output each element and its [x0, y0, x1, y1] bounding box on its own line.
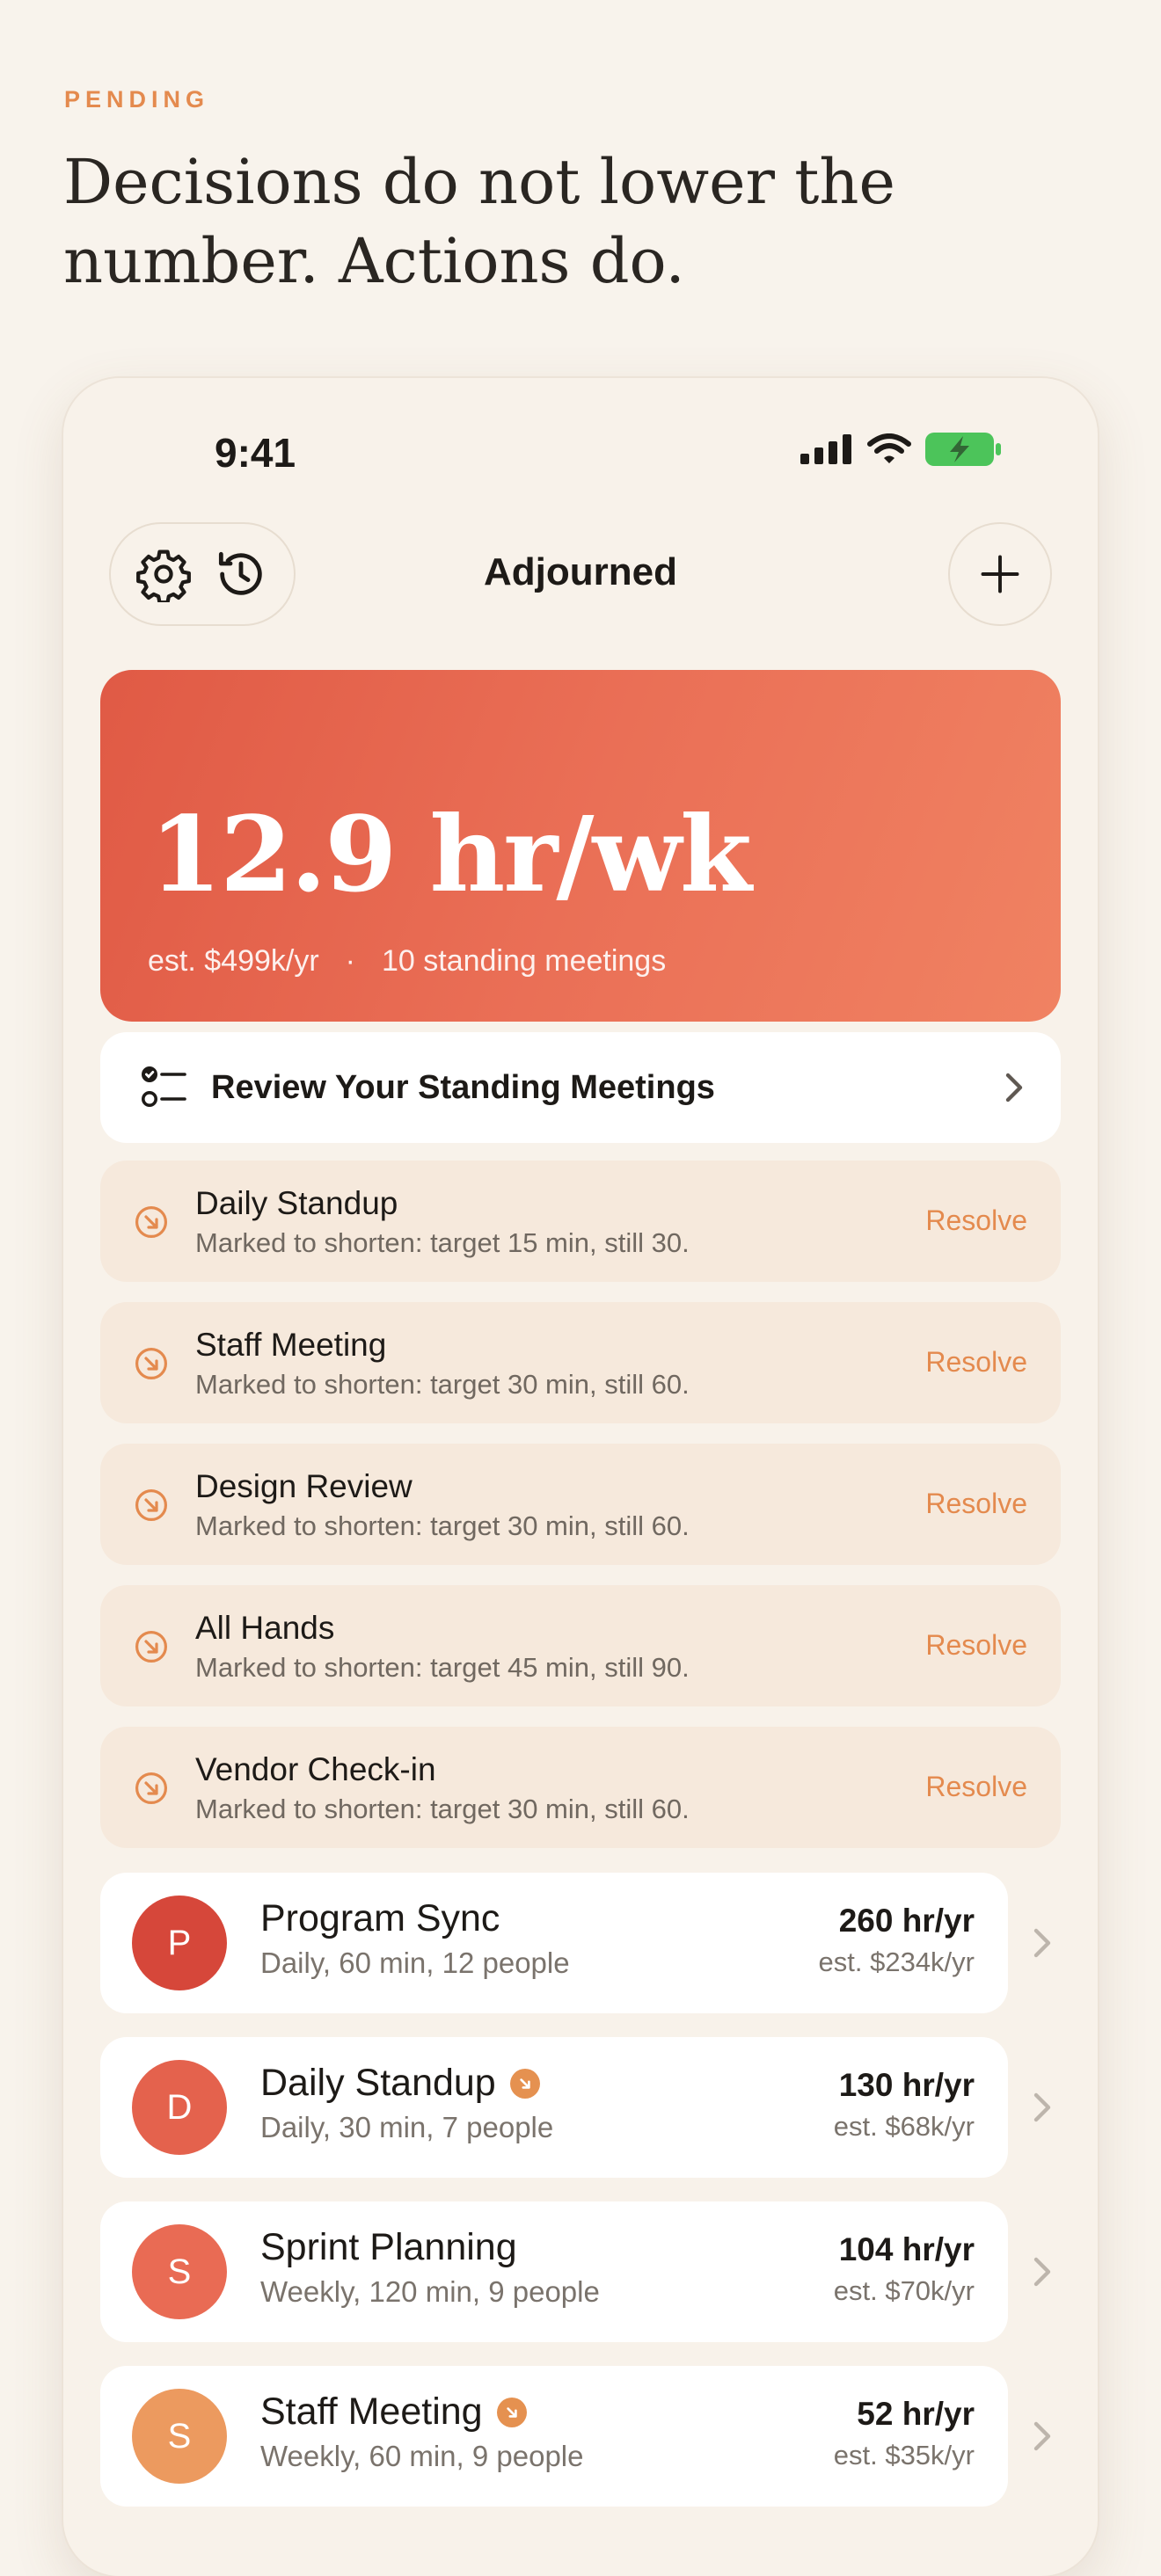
phone-frame: 9:41 Adjourned 12.9 hr/wk est. $499k/yr …	[63, 378, 1098, 2576]
battery-icon	[925, 433, 1001, 466]
pending-item: Staff Meeting Marked to shorten: target 3…	[100, 1302, 1061, 1423]
hours-per-week: 12.9 hr/wk	[150, 793, 752, 915]
pending-subtitle: Marked to shorten: target 30 min, still …	[195, 1794, 690, 1824]
meeting-subtitle: Weekly, 60 min, 9 people	[260, 2440, 584, 2472]
meeting-row[interactable]: S Staff Meeting Weekly, 60 min, 9 people 52…	[100, 2366, 1008, 2507]
pending-title: All Hands	[195, 1610, 335, 1646]
summary-subtitle: est. $499k/yr · 10 standing meetings	[148, 944, 666, 979]
pending-subtitle: Marked to shorten: target 30 min, still …	[195, 1510, 690, 1541]
meeting-title: Program Sync	[260, 1897, 500, 1939]
pending-item: Design Review Marked to shorten: target 3…	[100, 1444, 1061, 1565]
meeting-hours: 260 hr/yr	[838, 1903, 975, 1939]
pending-item: All Hands Marked to shorten: target 45 mi…	[100, 1585, 1061, 1706]
chevron-right-icon[interactable]	[1031, 2419, 1054, 2454]
wifi-icon	[867, 433, 911, 463]
signal-icon	[800, 434, 851, 464]
chevron-right-icon[interactable]	[1031, 1925, 1054, 1961]
shorten-icon	[135, 1772, 167, 1804]
meeting-hours: 104 hr/yr	[838, 2231, 975, 2267]
annual-cost: est. $499k/yr	[148, 944, 319, 978]
avatar: S	[132, 2224, 227, 2319]
shorten-icon	[135, 1489, 167, 1521]
meeting-row[interactable]: P Program Sync Daily, 60 min, 12 people 260…	[100, 1873, 1008, 2013]
meeting-row[interactable]: D Daily Standup Daily, 30 min, 7 people 130…	[100, 2037, 1008, 2178]
meeting-title-wrap: Daily Standup	[260, 2062, 540, 2105]
summary-card[interactable]: 12.9 hr/wk est. $499k/yr · 10 standing m…	[100, 670, 1061, 1022]
plus-icon	[981, 555, 1019, 593]
status-icons	[800, 433, 1001, 466]
resolve-button[interactable]: Resolve	[925, 1488, 1027, 1520]
status-time: 9:41	[215, 430, 296, 476]
headline: Decisions do not lower the number. Actio…	[63, 146, 895, 297]
chevron-right-icon	[1005, 1073, 1023, 1102]
pending-title: Daily Standup	[195, 1185, 398, 1221]
pending-badge-icon	[509, 2068, 540, 2099]
pending-subtitle: Marked to shorten: target 30 min, still …	[195, 1369, 690, 1400]
shorten-icon	[135, 1348, 167, 1379]
pending-item: Daily Standup Marked to shorten: target 1…	[100, 1161, 1061, 1282]
resolve-button[interactable]: Resolve	[925, 1346, 1027, 1379]
pending-badge-icon	[496, 2397, 527, 2427]
meeting-title: Staff Meeting	[260, 2390, 483, 2433]
avatar: P	[132, 1896, 227, 1990]
pending-title: Staff Meeting	[195, 1327, 387, 1363]
eyebrow-label: PENDING	[64, 86, 210, 113]
meeting-title: Sprint Planning	[260, 2226, 517, 2268]
meeting-title-wrap: Staff Meeting	[260, 2390, 527, 2434]
resolve-button[interactable]: Resolve	[925, 1204, 1027, 1237]
meeting-count: 10 standing meetings	[381, 944, 667, 978]
meeting-subtitle: Weekly, 120 min, 9 people	[260, 2275, 600, 2308]
checklist-icon	[142, 1066, 186, 1107]
pending-title: Vendor Check-in	[195, 1751, 436, 1787]
meeting-row[interactable]: S Sprint Planning Weekly, 120 min, 9 peopl…	[100, 2201, 1008, 2342]
meeting-cost: est. $234k/yr	[818, 1947, 975, 1977]
meeting-cost: est. $70k/yr	[833, 2275, 975, 2306]
review-label: Review Your Standing Meetings	[211, 1068, 715, 1106]
meeting-title-wrap: Sprint Planning	[260, 2226, 517, 2269]
avatar: S	[132, 2389, 227, 2484]
meeting-subtitle: Daily, 60 min, 12 people	[260, 1947, 570, 1979]
separator-dot: ·	[345, 944, 355, 978]
meeting-title: Daily Standup	[260, 2062, 496, 2104]
shorten-icon	[135, 1206, 167, 1238]
pending-title: Design Review	[195, 1468, 413, 1504]
nav-title: Adjourned	[484, 550, 677, 593]
meeting-hours: 52 hr/yr	[857, 2396, 975, 2432]
meeting-cost: est. $68k/yr	[833, 2111, 975, 2142]
add-button[interactable]	[948, 522, 1052, 626]
chevron-right-icon[interactable]	[1031, 2090, 1054, 2125]
chevron-right-icon[interactable]	[1031, 2254, 1054, 2289]
avatar: D	[132, 2060, 227, 2155]
pending-subtitle: Marked to shorten: target 45 min, still …	[195, 1652, 690, 1683]
pending-item: Vendor Check-in Marked to shorten: target…	[100, 1727, 1061, 1848]
shorten-icon	[135, 1631, 167, 1663]
resolve-button[interactable]: Resolve	[925, 1629, 1027, 1662]
meeting-title-wrap: Program Sync	[260, 1897, 500, 1940]
pending-subtitle: Marked to shorten: target 15 min, still …	[195, 1227, 690, 1258]
resolve-button[interactable]: Resolve	[925, 1771, 1027, 1803]
meeting-hours: 130 hr/yr	[838, 2067, 975, 2103]
meeting-subtitle: Daily, 30 min, 7 people	[260, 2111, 554, 2143]
review-meetings-button[interactable]: Review Your Standing Meetings	[100, 1032, 1061, 1143]
meeting-cost: est. $35k/yr	[833, 2440, 975, 2470]
